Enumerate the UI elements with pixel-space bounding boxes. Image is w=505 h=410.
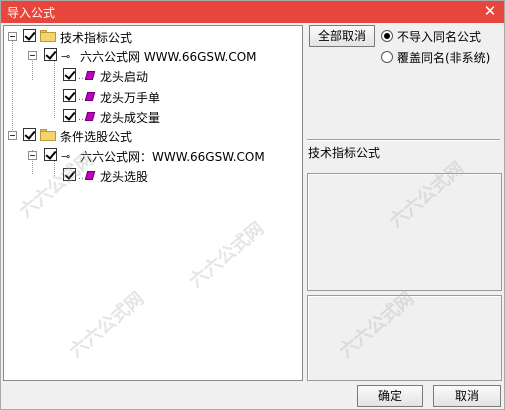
tree-group-row[interactable]: 技术指标公式: [4, 28, 300, 46]
radio-overwrite-duplicates[interactable]: 覆盖同名(非系统): [381, 49, 501, 65]
radio-button[interactable]: [381, 51, 393, 63]
collapse-icon[interactable]: [28, 51, 37, 60]
group-label: 技术指标公式: [60, 31, 133, 45]
item-checkbox[interactable]: [63, 68, 76, 81]
item-checkbox[interactable]: [63, 109, 76, 122]
key-icon: ⊸: [61, 150, 71, 163]
tree-item-row[interactable]: … 龙头万手单: [4, 88, 300, 106]
tree-source-row[interactable]: ⊸ 六六公式网：WWW.66GSW.COM: [4, 147, 300, 165]
dialog-title: 导入公式: [7, 6, 56, 20]
tree-source-row[interactable]: ⊸ 六六公式网 WWW.66GSW.COM: [4, 47, 300, 65]
collapse-icon[interactable]: [8, 32, 17, 41]
close-icon[interactable]: ✕: [482, 3, 498, 19]
tree-item-row[interactable]: … 龙头启动: [4, 67, 300, 85]
formula-icon: [84, 112, 96, 121]
folder-icon: [40, 30, 56, 42]
item-label: 龙头启动: [100, 70, 149, 84]
formula-icon: [84, 71, 96, 80]
source-checkbox[interactable]: [44, 148, 57, 161]
tree-item-row[interactable]: … 龙头选股: [4, 167, 300, 185]
formula-icon: [84, 92, 96, 101]
folder-icon: [40, 129, 56, 141]
item-checkbox[interactable]: [63, 89, 76, 102]
radio-label: 不导入同名公式: [397, 30, 482, 44]
radio-button[interactable]: [381, 30, 393, 42]
item-label: 龙头万手单: [100, 91, 161, 105]
formula-tree[interactable]: 技术指标公式 ⊸ 六六公式网 WWW.66GSW.COM … 龙头启动 … 龙头…: [3, 25, 303, 381]
source-label: 六六公式网 WWW.66GSW.COM: [80, 50, 257, 64]
import-formula-dialog: 导入公式 ✕ 技术指标公式 ⊸ 六六公式网 WWW.66GSW.COM … 龙头…: [0, 0, 505, 410]
deselect-all-button[interactable]: 全部取消: [309, 25, 375, 47]
section-label: 技术指标公式: [308, 146, 381, 160]
group-checkbox[interactable]: [23, 128, 36, 141]
item-label: 龙头成交量: [100, 111, 161, 125]
collapse-icon[interactable]: [28, 151, 37, 160]
tree-item-row[interactable]: … 龙头成交量: [4, 108, 300, 126]
collapse-icon[interactable]: [8, 131, 17, 140]
radio-label: 覆盖同名(非系统): [397, 51, 491, 65]
formula-icon: [84, 171, 96, 180]
radio-skip-duplicates[interactable]: 不导入同名公式: [381, 28, 501, 44]
item-checkbox[interactable]: [63, 168, 76, 181]
formula-description-box[interactable]: [307, 173, 502, 291]
separator: [307, 139, 500, 141]
ok-button[interactable]: 确定: [357, 385, 423, 407]
formula-info-box[interactable]: [307, 295, 502, 381]
source-checkbox[interactable]: [44, 48, 57, 61]
source-label: 六六公式网：WWW.66GSW.COM: [80, 150, 265, 164]
cancel-button[interactable]: 取消: [433, 385, 501, 407]
group-checkbox[interactable]: [23, 29, 36, 42]
item-label: 龙头选股: [100, 170, 149, 184]
tree-group-row[interactable]: 条件选股公式: [4, 127, 300, 145]
key-icon: ⊸: [61, 50, 71, 63]
title-bar: 导入公式 ✕: [1, 1, 504, 23]
group-label: 条件选股公式: [60, 130, 133, 144]
